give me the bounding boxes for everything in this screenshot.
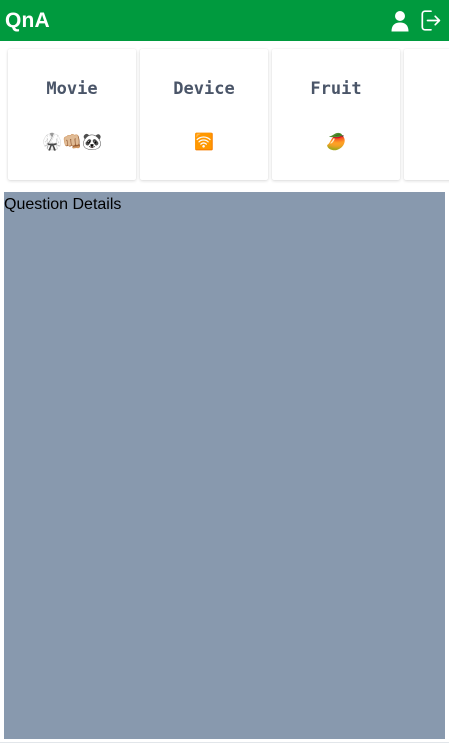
- category-label: Movie: [46, 79, 98, 99]
- bottom-divider: [0, 742, 449, 743]
- logout-icon[interactable]: [420, 10, 441, 32]
- category-carousel[interactable]: Movie 🥋👊🏼🐼 Device 🛜 Fruit 🥭: [0, 41, 449, 189]
- app-title: QnA: [5, 8, 50, 32]
- category-label: Fruit: [310, 79, 362, 99]
- category-card-partial[interactable]: [404, 49, 449, 180]
- category-card-movie[interactable]: Movie 🥋👊🏼🐼: [8, 49, 136, 180]
- question-details-label: Question Details: [4, 196, 122, 213]
- app-header: QnA: [0, 0, 449, 41]
- category-card-device[interactable]: Device 🛜: [140, 49, 268, 180]
- category-card-fruit[interactable]: Fruit 🥭: [272, 49, 400, 180]
- question-details-panel: Question Details: [4, 192, 445, 739]
- category-emoji: 🛜: [194, 132, 214, 151]
- category-emoji: 🥭: [326, 132, 346, 151]
- header-actions: [389, 10, 441, 32]
- user-icon[interactable]: [389, 10, 410, 32]
- category-label: Device: [173, 79, 235, 99]
- category-emoji: 🥋👊🏼🐼: [42, 132, 102, 151]
